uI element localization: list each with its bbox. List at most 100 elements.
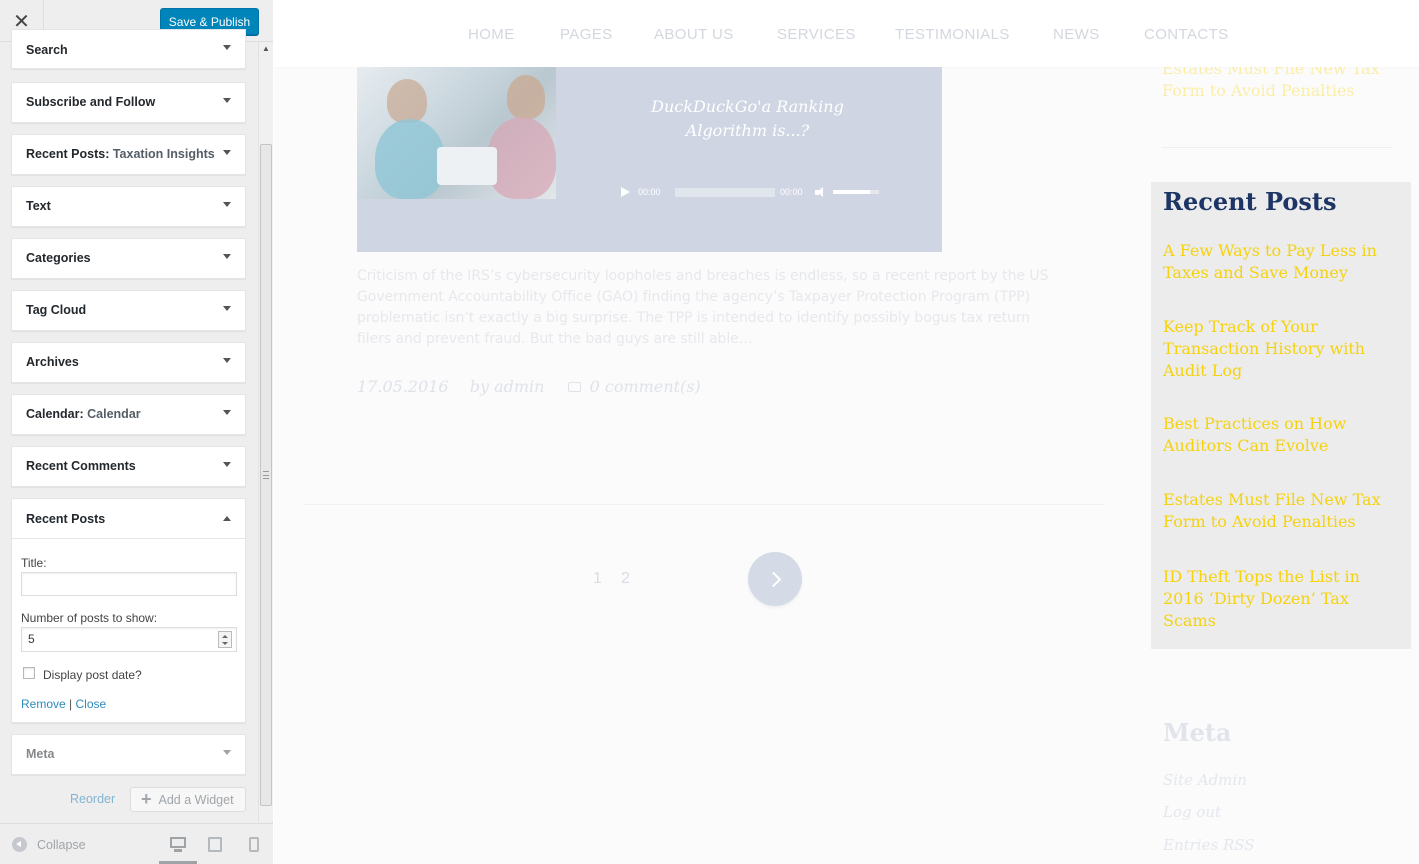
audio-track-title: DuckDuckGo'a Ranking Algorithm is...? — [651, 97, 844, 140]
chevron-down-icon — [223, 202, 231, 207]
nav-about-us[interactable]: ABOUT US — [654, 26, 734, 43]
recent-post-link[interactable]: Keep Track of Your Transaction History w… — [1163, 316, 1391, 382]
chevron-down-icon — [223, 98, 231, 103]
scroll-up-icon[interactable]: ▲ — [259, 44, 273, 56]
meta-link-site-admin[interactable]: Site Admin — [1163, 771, 1247, 789]
chevron-up-icon — [223, 516, 231, 521]
customizer-footer: Collapse — [0, 823, 273, 864]
play-icon[interactable] — [621, 187, 630, 197]
audio-post-media: DuckDuckGo'a Ranking Algorithm is...? 00… — [357, 67, 942, 252]
spinner-icon[interactable] — [218, 631, 232, 648]
recent-posts-widget: Recent Posts A Few Ways to Pay Less in T… — [1151, 182, 1411, 649]
collapse-label: Collapse — [37, 837, 86, 852]
sidebar-scrollbar[interactable]: ▲ — [258, 42, 273, 822]
nav-testimonials[interactable]: TESTIMONIALS — [895, 26, 1010, 43]
widget-header[interactable]: Recent Posts — [12, 499, 245, 539]
collapse-button[interactable]: Collapse — [12, 837, 86, 852]
recent-post-link[interactable]: Best Practices on How Auditors Can Evolv… — [1163, 413, 1391, 457]
chevron-down-icon — [223, 254, 231, 259]
close-link[interactable]: Close — [76, 697, 107, 711]
widget-title: Subscribe and Follow — [26, 95, 156, 109]
progress-rail[interactable] — [675, 188, 775, 197]
widget-tag-cloud[interactable]: Tag Cloud — [11, 290, 246, 331]
recent-post-link[interactable]: A Few Ways to Pay Less in Taxes and Save… — [1163, 240, 1391, 284]
widget-archives[interactable]: Archives — [11, 342, 246, 383]
nav-pages[interactable]: PAGES — [560, 26, 613, 43]
widget-title: Categories — [26, 251, 91, 265]
volume-icon[interactable] — [815, 187, 827, 198]
desktop-icon[interactable] — [169, 836, 187, 854]
title-input[interactable] — [21, 572, 237, 596]
post-meta: 17.05.2016 by admin 0 comment(s) — [357, 377, 701, 401]
next-page-button[interactable] — [748, 552, 802, 606]
chevron-down-icon — [223, 358, 231, 363]
collapse-arrow-icon — [12, 837, 27, 852]
widget-recent-posts-taxation[interactable]: Recent Posts: Taxation Insights — [11, 134, 246, 175]
widget-meta[interactable]: Meta — [11, 734, 246, 775]
chevron-down-icon — [223, 462, 231, 467]
nav-services[interactable]: SERVICES — [777, 26, 856, 43]
widget-text[interactable]: Text — [11, 186, 246, 227]
reorder-link[interactable]: Reorder — [70, 792, 115, 806]
display-date-checkbox[interactable] — [23, 667, 35, 679]
main-navigation: HOME PAGES ABOUT US SERVICES TESTIMONIAL… — [274, 0, 1419, 67]
comment-icon — [567, 382, 581, 392]
chevron-down-icon — [223, 306, 231, 311]
duration: 00:00 — [780, 187, 803, 197]
chevron-down-icon — [223, 45, 231, 50]
display-date-label: Display post date? — [43, 668, 142, 682]
widget-title: Tag Cloud — [26, 303, 87, 317]
grip-icon — [263, 471, 269, 479]
widget-categories[interactable]: Categories — [11, 238, 246, 279]
post-author[interactable]: by admin — [470, 377, 545, 396]
meta-heading: Meta — [1163, 718, 1232, 747]
tablet-icon[interactable] — [208, 836, 222, 854]
divider — [304, 504, 1104, 505]
widget-recent-comments[interactable]: Recent Comments — [11, 446, 246, 487]
nav-news[interactable]: NEWS — [1053, 26, 1100, 43]
widget-subscribe-follow[interactable]: Subscribe and Follow — [11, 82, 246, 123]
site-preview: Estates Must File New Tax Form to Avoid … — [274, 0, 1419, 864]
widget-title: Text — [26, 199, 51, 213]
widget-title: Archives — [26, 355, 79, 369]
widget-search[interactable]: Search — [11, 29, 246, 69]
widget-title: Recent Posts — [26, 512, 106, 526]
chevron-down-icon — [223, 150, 231, 155]
customizer-sidebar: ✕ Save & Publish Search Subscribe and Fo… — [0, 0, 273, 864]
meta-link-log-out[interactable]: Log out — [1163, 803, 1221, 821]
divider — [1162, 147, 1392, 148]
post-thumbnail[interactable] — [357, 67, 556, 199]
page-number-1[interactable]: 1 — [593, 570, 602, 588]
chevron-down-icon — [223, 750, 231, 755]
recent-post-link[interactable]: ID Theft Tops the List in 2016 ‘Dirty Do… — [1163, 566, 1391, 632]
audio-player: 00:00 00:00 — [620, 186, 882, 200]
plus-icon: + — [141, 789, 152, 809]
number-of-posts-label: Number of posts to show: — [21, 611, 158, 625]
widget-title: Recent Posts: Taxation Insights — [26, 147, 215, 161]
nav-contacts[interactable]: CONTACTS — [1144, 26, 1229, 43]
number-of-posts-input[interactable]: 5 — [21, 627, 237, 652]
widget-title: Meta — [26, 747, 55, 761]
widget-actions: Remove | Close — [21, 697, 106, 711]
post-date: 17.05.2016 — [357, 377, 449, 396]
meta-link-entries-rss[interactable]: Entries RSS — [1163, 836, 1255, 854]
post-comments[interactable]: 0 comment(s) — [590, 377, 701, 396]
remove-link[interactable]: Remove — [21, 697, 66, 711]
chevron-down-icon — [223, 410, 231, 415]
mobile-icon[interactable] — [249, 836, 259, 854]
recent-post-link[interactable]: Estates Must File New Tax Form to Avoid … — [1163, 489, 1391, 533]
title-field-label: Title: — [21, 556, 47, 570]
scrollbar-thumb[interactable] — [260, 144, 272, 806]
widget-title: Recent Comments — [26, 459, 136, 473]
current-time: 00:00 — [638, 187, 661, 197]
page-number-2[interactable]: 2 — [621, 570, 630, 588]
add-widget-button[interactable]: + Add a Widget — [130, 787, 246, 812]
volume-slider[interactable] — [833, 187, 879, 197]
chevron-right-icon — [765, 571, 781, 587]
add-widget-label: Add a Widget — [158, 792, 234, 807]
widget-heading: Recent Posts — [1163, 187, 1337, 216]
separator: | — [69, 697, 73, 711]
widget-calendar[interactable]: Calendar: Calendar — [11, 394, 246, 435]
nav-home[interactable]: HOME — [468, 26, 515, 43]
number-of-posts-value: 5 — [28, 632, 35, 646]
